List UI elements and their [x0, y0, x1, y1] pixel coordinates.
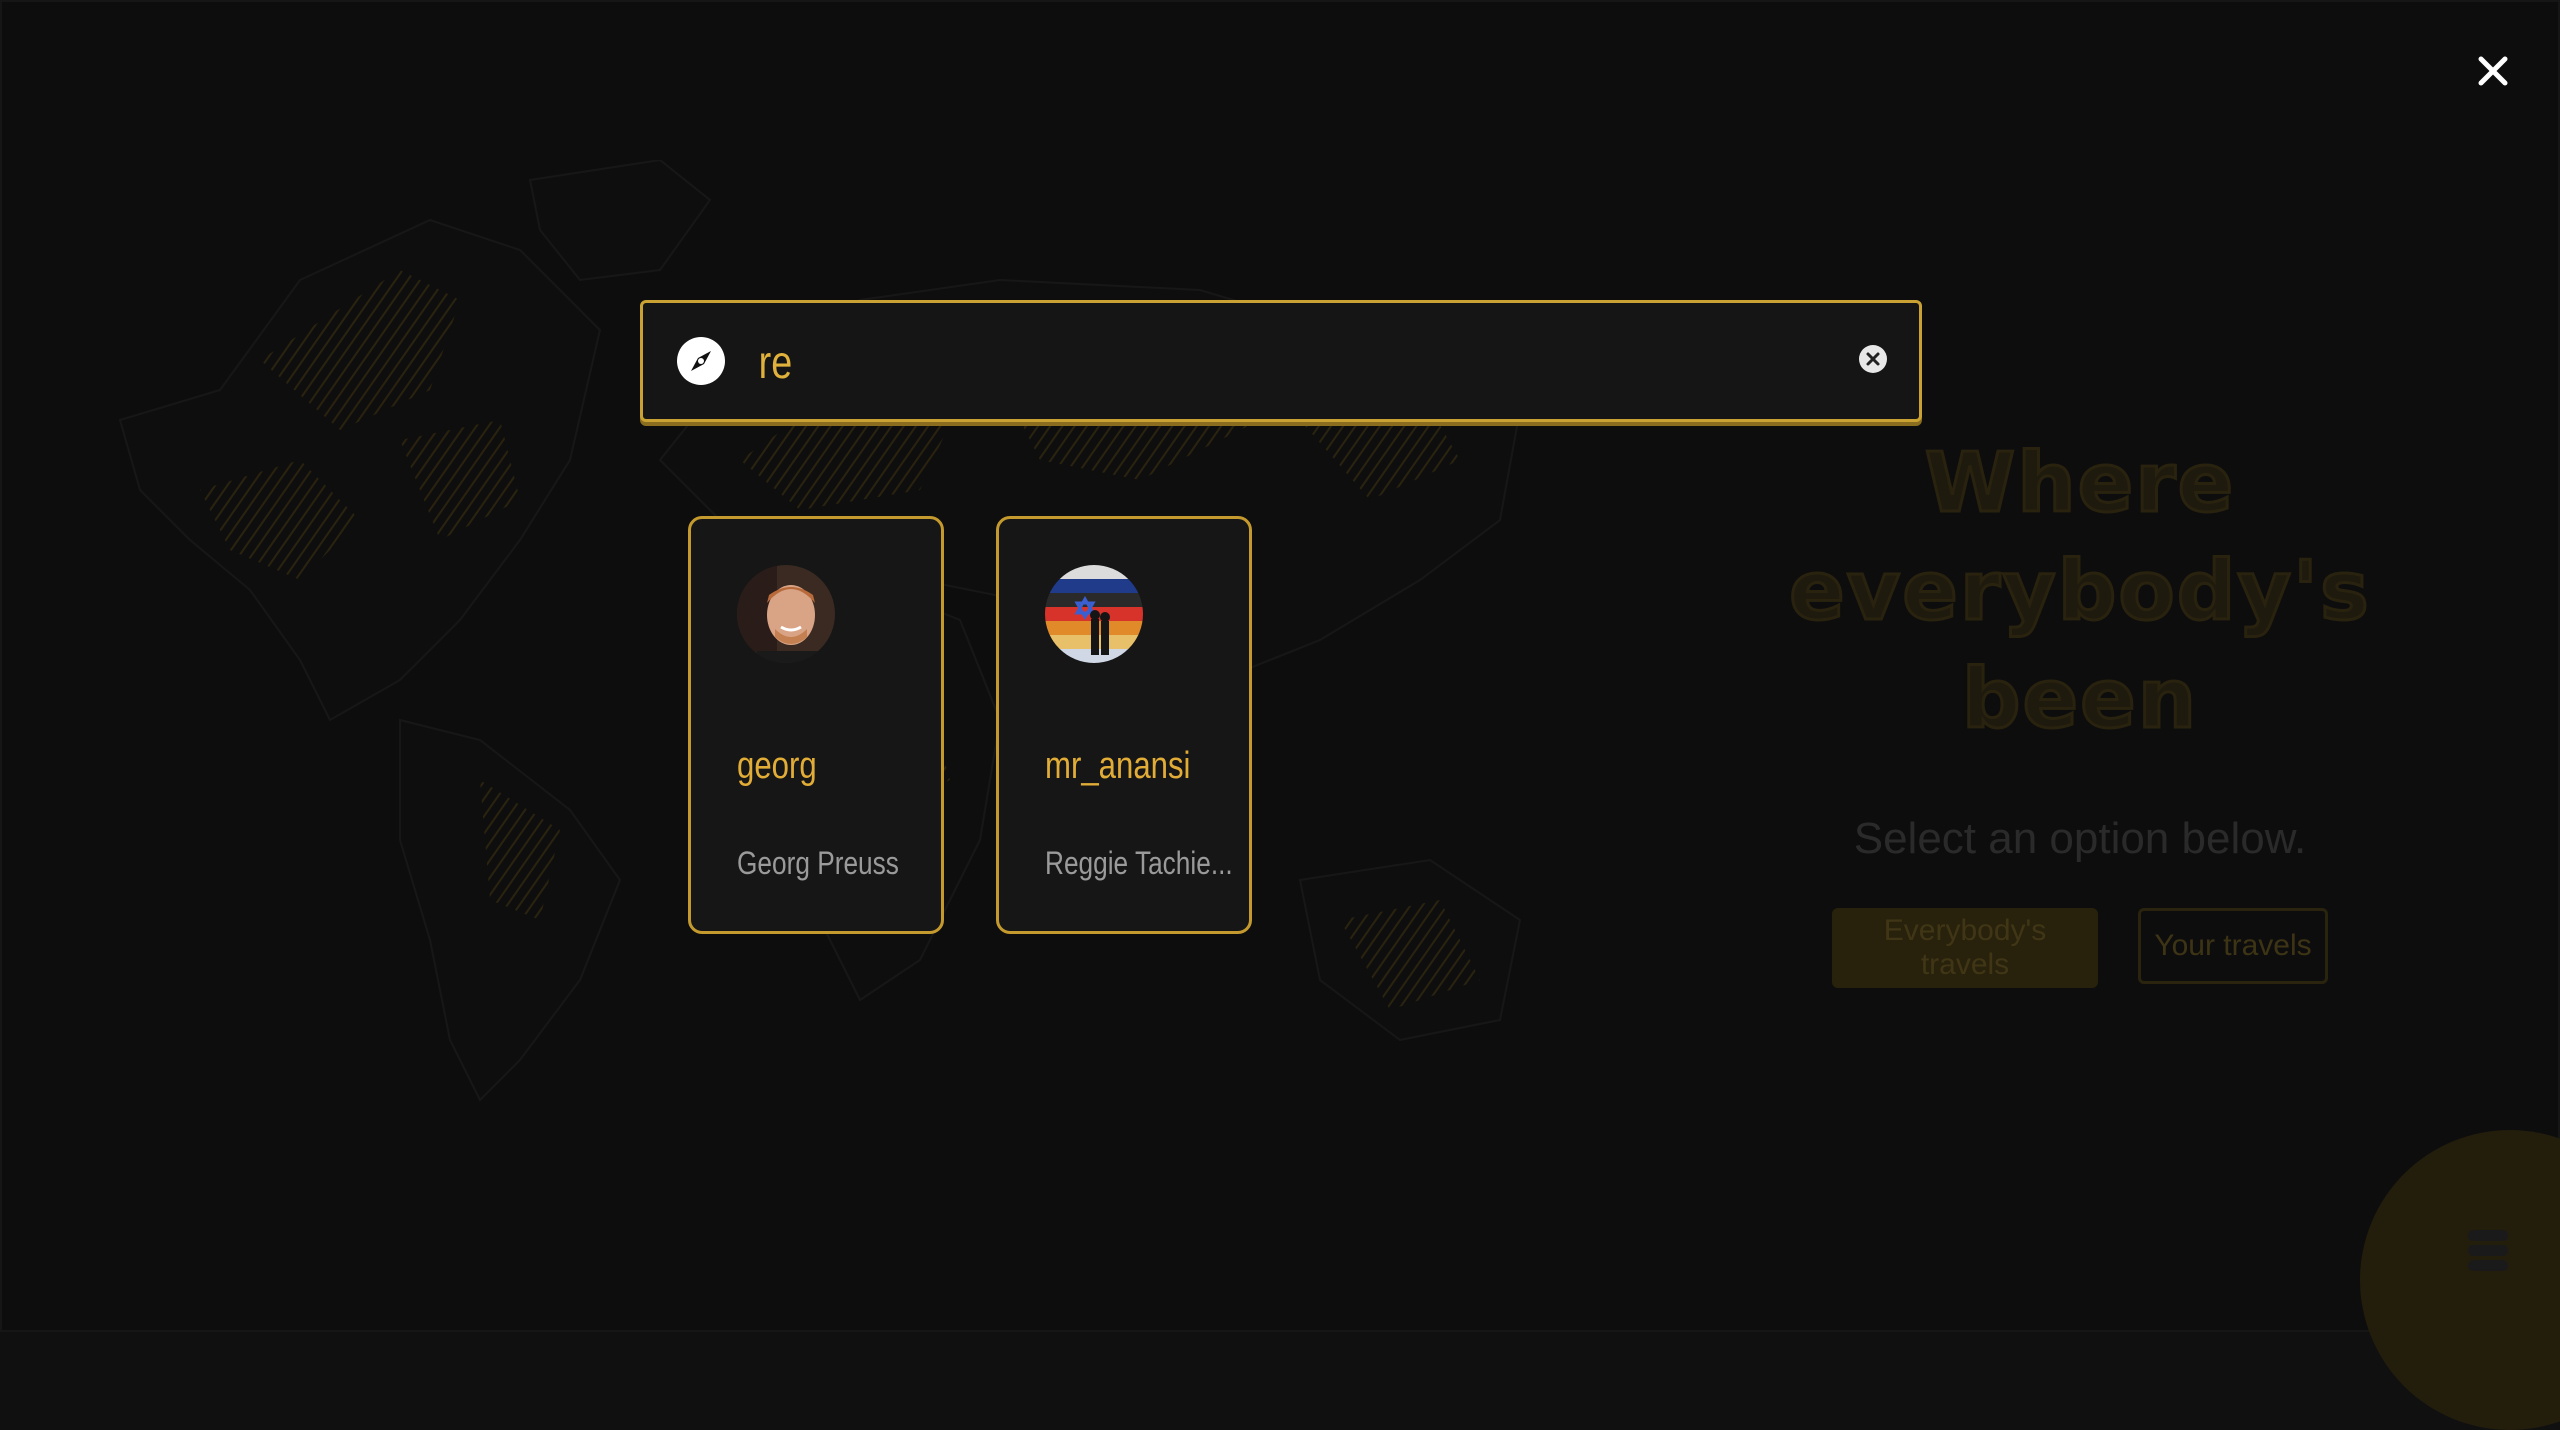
username: mr_anansi [1045, 745, 1191, 787]
clear-circle-icon[interactable] [1857, 343, 1889, 375]
stack-menu-icon[interactable] [2460, 1226, 2520, 1276]
modal-overlay [0, 0, 2560, 1332]
full-name: Reggie Tachie... [1045, 845, 1233, 881]
search-input[interactable] [757, 323, 1581, 401]
search-bar[interactable] [640, 300, 1922, 422]
username: georg [737, 745, 817, 787]
avatar [1045, 565, 1143, 663]
close-icon[interactable] [2466, 44, 2520, 98]
full-name: Georg Preuss [737, 845, 899, 881]
user-result-card[interactable]: mr_anansi Reggie Tachie... [996, 516, 1252, 934]
user-result-card[interactable]: georg Georg Preuss [688, 516, 944, 934]
avatar [737, 565, 835, 663]
compass-icon [677, 337, 725, 385]
